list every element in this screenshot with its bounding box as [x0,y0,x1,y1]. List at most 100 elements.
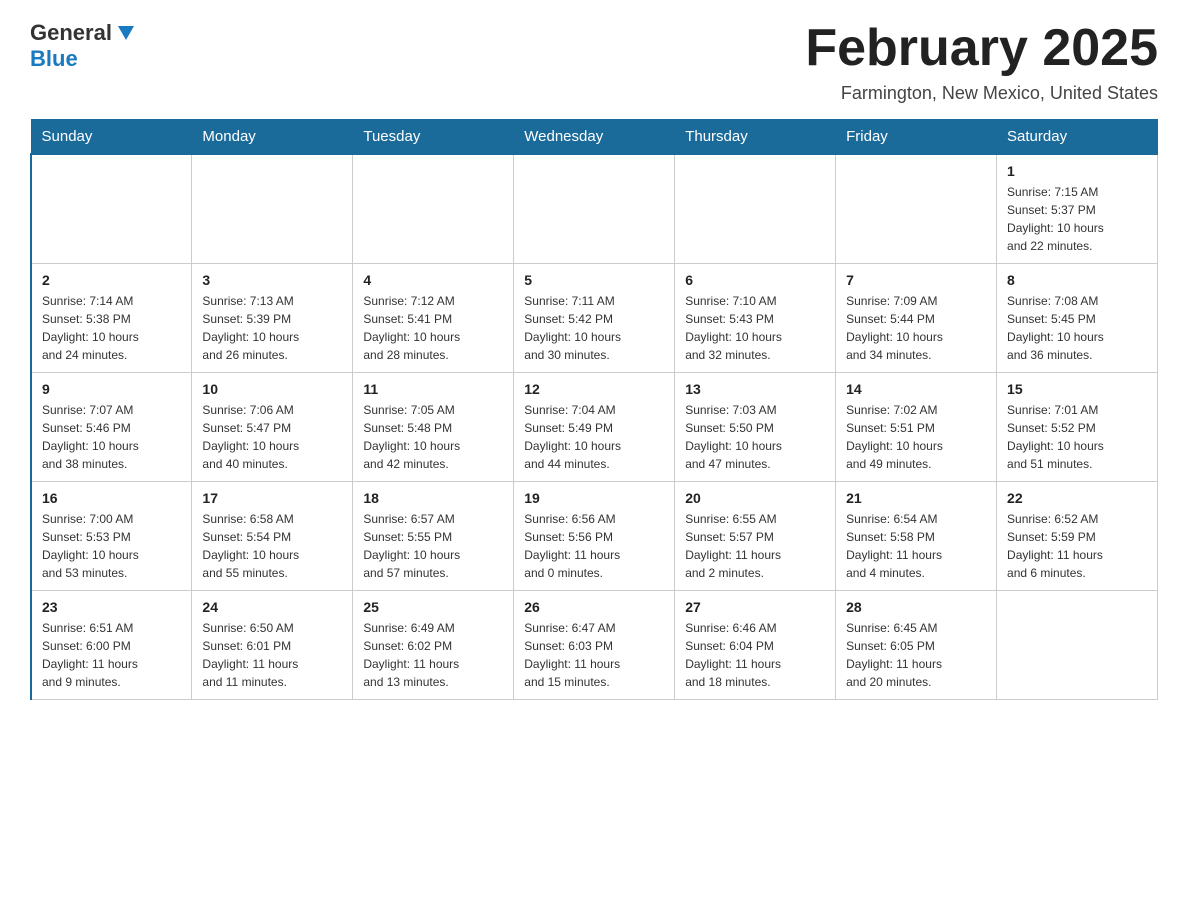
day-number: 26 [524,599,664,615]
day-info: Sunrise: 7:03 AMSunset: 5:50 PMDaylight:… [685,401,825,473]
day-number: 17 [202,490,342,506]
day-cell [836,154,997,264]
day-info: Sunrise: 6:58 AMSunset: 5:54 PMDaylight:… [202,510,342,582]
day-number: 11 [363,381,503,397]
day-number: 14 [846,381,986,397]
calendar-body: 1 Sunrise: 7:15 AMSunset: 5:37 PMDaylight… [31,154,1158,700]
day-number: 21 [846,490,986,506]
day-cell: 13 Sunrise: 7:03 AMSunset: 5:50 PMDayligh… [675,373,836,482]
day-number: 19 [524,490,664,506]
main-title: February 2025 [138,20,1158,77]
day-cell: 14 Sunrise: 7:02 AMSunset: 5:51 PMDayligh… [836,373,997,482]
day-info: Sunrise: 6:47 AMSunset: 6:03 PMDaylight:… [524,619,664,691]
day-cell: 6 Sunrise: 7:10 AMSunset: 5:43 PMDaylight… [675,264,836,373]
page-header: General Blue February 2025 Farmington, N… [30,20,1158,104]
day-number: 28 [846,599,986,615]
day-cell: 5 Sunrise: 7:11 AMSunset: 5:42 PMDaylight… [514,264,675,373]
day-info: Sunrise: 7:05 AMSunset: 5:48 PMDaylight:… [363,401,503,473]
day-number: 6 [685,272,825,288]
header-saturday: Saturday [997,120,1158,155]
day-cell: 20 Sunrise: 6:55 AMSunset: 5:57 PMDayligh… [675,482,836,591]
day-number: 18 [363,490,503,506]
day-cell: 12 Sunrise: 7:04 AMSunset: 5:49 PMDayligh… [514,373,675,482]
day-number: 25 [363,599,503,615]
location-subtitle: Farmington, New Mexico, United States [138,83,1158,104]
day-cell: 2 Sunrise: 7:14 AMSunset: 5:38 PMDaylight… [31,264,192,373]
day-cell: 22 Sunrise: 6:52 AMSunset: 5:59 PMDayligh… [997,482,1158,591]
day-number: 13 [685,381,825,397]
day-number: 8 [1007,272,1147,288]
day-cell: 16Sunrise: 7:00 AMSunset: 5:53 PMDayligh… [31,482,192,591]
title-block: February 2025 Farmington, New Mexico, Un… [138,20,1158,104]
day-info: Sunrise: 7:02 AMSunset: 5:51 PMDaylight:… [846,401,986,473]
calendar-table: SundayMondayTuesdayWednesdayThursdayFrid… [30,119,1158,700]
day-info: Sunrise: 6:54 AMSunset: 5:58 PMDaylight:… [846,510,986,582]
day-number: 4 [363,272,503,288]
day-info: Sunrise: 7:11 AMSunset: 5:42 PMDaylight:… [524,292,664,364]
day-cell: 1 Sunrise: 7:15 AMSunset: 5:37 PMDaylight… [997,154,1158,264]
day-number: 16 [42,490,181,506]
day-info: Sunrise: 7:15 AMSunset: 5:37 PMDaylight:… [1007,183,1147,255]
day-cell [997,591,1158,700]
day-info: Sunrise: 6:55 AMSunset: 5:57 PMDaylight:… [685,510,825,582]
day-cell: 10 Sunrise: 7:06 AMSunset: 5:47 PMDayligh… [192,373,353,482]
day-info: Sunrise: 6:51 AMSunset: 6:00 PMDaylight:… [42,619,181,691]
day-info: Sunrise: 7:01 AMSunset: 5:52 PMDaylight:… [1007,401,1147,473]
day-cell [514,154,675,264]
day-cell: 15 Sunrise: 7:01 AMSunset: 5:52 PMDayligh… [997,373,1158,482]
day-number: 27 [685,599,825,615]
header-thursday: Thursday [675,120,836,155]
week-row-1: 2 Sunrise: 7:14 AMSunset: 5:38 PMDaylight… [31,264,1158,373]
day-cell: 19Sunrise: 6:56 AMSunset: 5:56 PMDayligh… [514,482,675,591]
day-cell: 24Sunrise: 6:50 AMSunset: 6:01 PMDayligh… [192,591,353,700]
day-info: Sunrise: 6:57 AMSunset: 5:55 PMDaylight:… [363,510,503,582]
day-number: 5 [524,272,664,288]
day-info: Sunrise: 7:10 AMSunset: 5:43 PMDaylight:… [685,292,825,364]
day-cell: 25 Sunrise: 6:49 AMSunset: 6:02 PMDayligh… [353,591,514,700]
day-cell [353,154,514,264]
logo-container: General Blue [30,20,138,72]
day-info: Sunrise: 7:09 AMSunset: 5:44 PMDaylight:… [846,292,986,364]
day-info: Sunrise: 6:49 AMSunset: 6:02 PMDaylight:… [363,619,503,691]
header-row: SundayMondayTuesdayWednesdayThursdayFrid… [31,120,1158,155]
day-number: 15 [1007,381,1147,397]
day-info: Sunrise: 7:14 AMSunset: 5:38 PMDaylight:… [42,292,181,364]
day-number: 1 [1007,163,1147,179]
week-row-0: 1 Sunrise: 7:15 AMSunset: 5:37 PMDaylight… [31,154,1158,264]
day-number: 9 [42,381,181,397]
day-info: Sunrise: 7:04 AMSunset: 5:49 PMDaylight:… [524,401,664,473]
day-info: Sunrise: 7:08 AMSunset: 5:45 PMDaylight:… [1007,292,1147,364]
day-cell: 28Sunrise: 6:45 AMSunset: 6:05 PMDayligh… [836,591,997,700]
header-wednesday: Wednesday [514,120,675,155]
day-cell: 7 Sunrise: 7:09 AMSunset: 5:44 PMDaylight… [836,264,997,373]
day-cell [192,154,353,264]
day-info: Sunrise: 7:12 AMSunset: 5:41 PMDaylight:… [363,292,503,364]
day-number: 20 [685,490,825,506]
header-friday: Friday [836,120,997,155]
day-number: 12 [524,381,664,397]
day-cell: 26 Sunrise: 6:47 AMSunset: 6:03 PMDayligh… [514,591,675,700]
day-number: 23 [42,599,181,615]
day-number: 3 [202,272,342,288]
header-monday: Monday [192,120,353,155]
day-cell: 27Sunrise: 6:46 AMSunset: 6:04 PMDayligh… [675,591,836,700]
header-tuesday: Tuesday [353,120,514,155]
day-cell: 18 Sunrise: 6:57 AMSunset: 5:55 PMDayligh… [353,482,514,591]
day-cell: 9Sunrise: 7:07 AMSunset: 5:46 PMDaylight… [31,373,192,482]
day-info: Sunrise: 6:52 AMSunset: 5:59 PMDaylight:… [1007,510,1147,582]
day-info: Sunrise: 6:50 AMSunset: 6:01 PMDaylight:… [202,619,342,691]
day-number: 7 [846,272,986,288]
logo-triangle-icon [114,21,138,45]
day-cell [675,154,836,264]
day-number: 10 [202,381,342,397]
day-cell: 3Sunrise: 7:13 AMSunset: 5:39 PMDaylight… [192,264,353,373]
day-cell: 8 Sunrise: 7:08 AMSunset: 5:45 PMDaylight… [997,264,1158,373]
logo-general-text: General [30,20,112,46]
week-row-4: 23 Sunrise: 6:51 AMSunset: 6:00 PMDayligh… [31,591,1158,700]
day-cell: 4 Sunrise: 7:12 AMSunset: 5:41 PMDaylight… [353,264,514,373]
day-number: 2 [42,272,181,288]
day-cell [31,154,192,264]
day-number: 22 [1007,490,1147,506]
calendar-header: SundayMondayTuesdayWednesdayThursdayFrid… [31,120,1158,155]
day-info: Sunrise: 7:06 AMSunset: 5:47 PMDaylight:… [202,401,342,473]
